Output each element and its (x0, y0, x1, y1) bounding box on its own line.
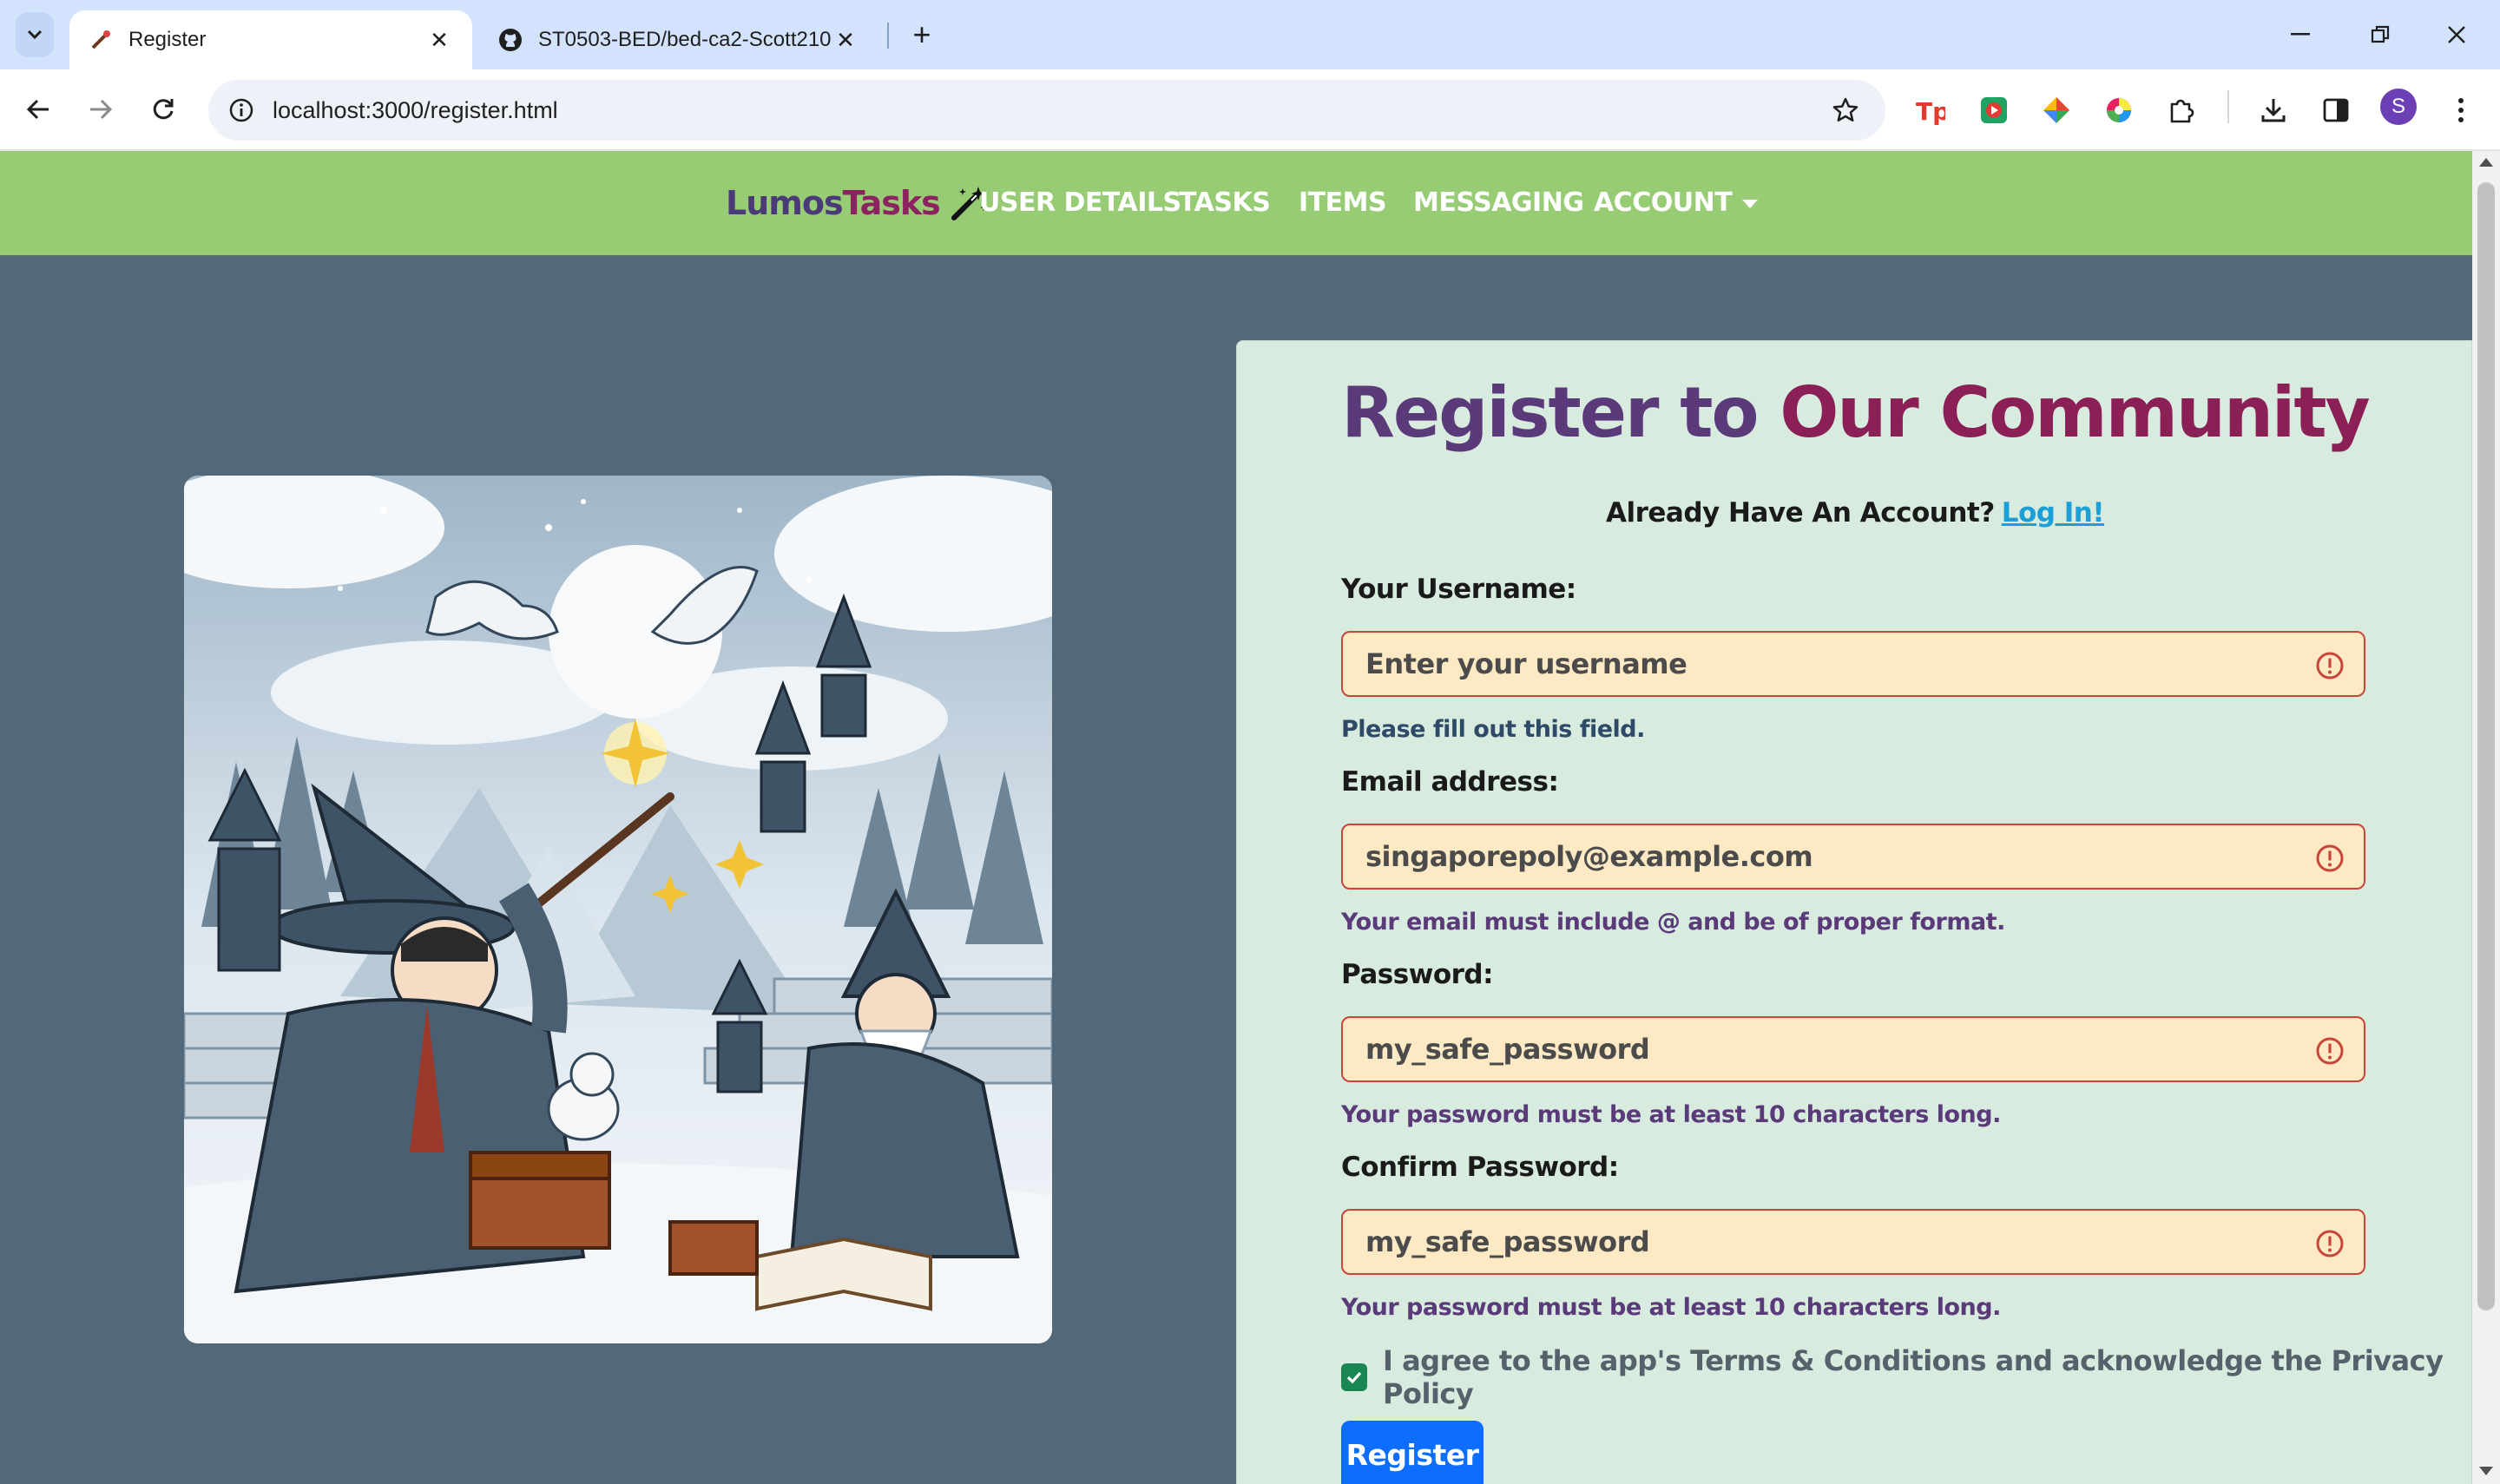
side-panel-icon[interactable] (2316, 90, 2356, 130)
reload-button[interactable] (142, 89, 184, 130)
register-button[interactable]: Register (1341, 1421, 1484, 1484)
email-input[interactable] (1343, 825, 2364, 888)
brand-logo[interactable]: Lumos Tasks (726, 151, 989, 255)
toolbar-separator (2227, 90, 2229, 123)
error-exclamation-icon (2316, 1230, 2344, 1257)
brand-name-part2: Tasks (842, 184, 941, 222)
minimize-button[interactable] (2274, 14, 2326, 56)
terms-label: I agree to the app's Terms & Conditions … (1383, 1344, 2444, 1410)
form-title-part1: Register to (1341, 372, 1780, 453)
page-viewport: Lumos Tasks USER DETAILS TASKS ITEMS MESS… (0, 151, 2472, 1484)
forward-button[interactable] (80, 89, 122, 130)
nav-messaging[interactable]: MESSAGING (1413, 151, 1584, 255)
restore-icon (2371, 25, 2390, 43)
email-field-wrapper (1341, 824, 2365, 890)
close-tab-icon[interactable]: ✕ (425, 26, 453, 54)
page-scrollbar[interactable] (2472, 151, 2500, 1484)
tp-extension-icon[interactable]: Tp (1910, 90, 1950, 130)
arrow-left-icon (26, 99, 49, 120)
bookmark-star-icon[interactable] (1825, 89, 1866, 131)
download-icon[interactable] (2253, 90, 2293, 130)
nav-user-details[interactable]: USER DETAILS (979, 151, 1181, 255)
reload-icon (153, 99, 174, 120)
tab-title: ST0503-BED/bed-ca2-Scott210 (538, 28, 832, 51)
brand-name-part1: Lumos (726, 184, 844, 222)
address-bar[interactable]: localhost:3000/register.html (208, 80, 1885, 141)
password-label: Password: (1341, 959, 1494, 990)
email-label: Email address: (1341, 766, 1559, 798)
error-exclamation-icon (2316, 844, 2344, 872)
login-prompt-text: Already Have An Account? (1605, 497, 1995, 529)
tab-github[interactable]: ST0503-BED/bed-ca2-Scott210 ✕ (479, 10, 878, 69)
username-label: Your Username: (1341, 574, 1576, 605)
url-text: localhost:3000/register.html (273, 97, 558, 123)
wizard-scene-image (184, 476, 1052, 1343)
nav-tasks[interactable]: TASKS (1179, 151, 1271, 255)
confirm-password-label: Confirm Password: (1341, 1152, 1619, 1183)
close-tab-icon[interactable]: ✕ (832, 26, 859, 54)
password-input[interactable] (1343, 1018, 2364, 1080)
username-input[interactable] (1343, 633, 2364, 695)
video-extension-icon[interactable] (1974, 90, 2014, 130)
form-title: Register to Our Community (1237, 372, 2472, 453)
new-tab-button[interactable]: + (903, 16, 941, 54)
terms-checkbox[interactable] (1341, 1363, 1368, 1391)
email-help-text: Your email must include @ and be of prop… (1341, 909, 2005, 936)
tab-search-button[interactable] (16, 12, 54, 57)
nav-account-label: ACCOUNT (1594, 187, 1733, 218)
back-button[interactable] (17, 89, 59, 130)
wand-favicon-icon (89, 28, 113, 52)
confirm-password-input[interactable] (1343, 1211, 2364, 1273)
close-icon (2448, 26, 2465, 43)
browser-menu-icon[interactable] (2441, 90, 2481, 130)
username-field-wrapper (1341, 631, 2365, 697)
github-icon (498, 28, 523, 52)
close-window-button[interactable] (2431, 14, 2483, 56)
confirm-password-help-text: Your password must be at least 10 charac… (1341, 1294, 2001, 1321)
confirm-password-field-wrapper (1341, 1209, 2365, 1275)
login-link[interactable]: Log In! (2002, 497, 2105, 529)
site-info-icon[interactable] (220, 89, 262, 131)
error-exclamation-icon (2316, 1037, 2344, 1065)
username-help-text: Please fill out this field. (1341, 716, 1645, 743)
caret-down-icon (1742, 199, 1759, 208)
register-form-card: Register to Our Community Already Have A… (1236, 340, 2472, 1484)
form-title-part2: Our Community (1780, 372, 2370, 453)
tab-separator (887, 23, 889, 49)
wizard-illustration (184, 476, 1052, 1343)
site-navbar: Lumos Tasks USER DETAILS TASKS ITEMS MESS… (0, 151, 2472, 255)
colorful-diamond-extension-icon[interactable] (2036, 90, 2076, 130)
chevron-down-icon (27, 30, 43, 40)
terms-agreement: I agree to the app's Terms & Conditions … (1341, 1344, 2471, 1410)
password-field-wrapper (1341, 1016, 2365, 1082)
browser-tabstrip: Register ✕ ST0503-BED/bed-ca2-Scott210 ✕… (0, 0, 2500, 69)
tab-register[interactable]: Register ✕ (69, 10, 472, 69)
color-wheel-extension-icon[interactable] (2099, 90, 2139, 130)
arrow-right-icon (90, 99, 113, 120)
scrollbar-thumb[interactable] (2477, 182, 2495, 1310)
nav-account-dropdown[interactable]: ACCOUNT (1594, 151, 1759, 255)
scroll-up-arrow-icon[interactable] (2479, 158, 2493, 167)
password-help-text: Your password must be at least 10 charac… (1341, 1101, 2001, 1128)
restore-button[interactable] (2354, 14, 2406, 56)
extensions-puzzle-icon[interactable] (2161, 90, 2201, 130)
profile-avatar[interactable]: S (2380, 89, 2417, 125)
error-exclamation-icon (2316, 652, 2344, 680)
svg-text:Tp: Tp (1916, 97, 1945, 126)
nav-items[interactable]: ITEMS (1299, 151, 1387, 255)
tab-title: Register (128, 28, 207, 51)
scroll-down-arrow-icon[interactable] (2479, 1467, 2493, 1475)
checkmark-icon (1346, 1371, 1362, 1384)
login-prompt-line: Already Have An Account? Log In! (1237, 497, 2472, 529)
minimize-icon (2291, 33, 2310, 36)
browser-toolbar: localhost:3000/register.html Tp (0, 69, 2500, 151)
